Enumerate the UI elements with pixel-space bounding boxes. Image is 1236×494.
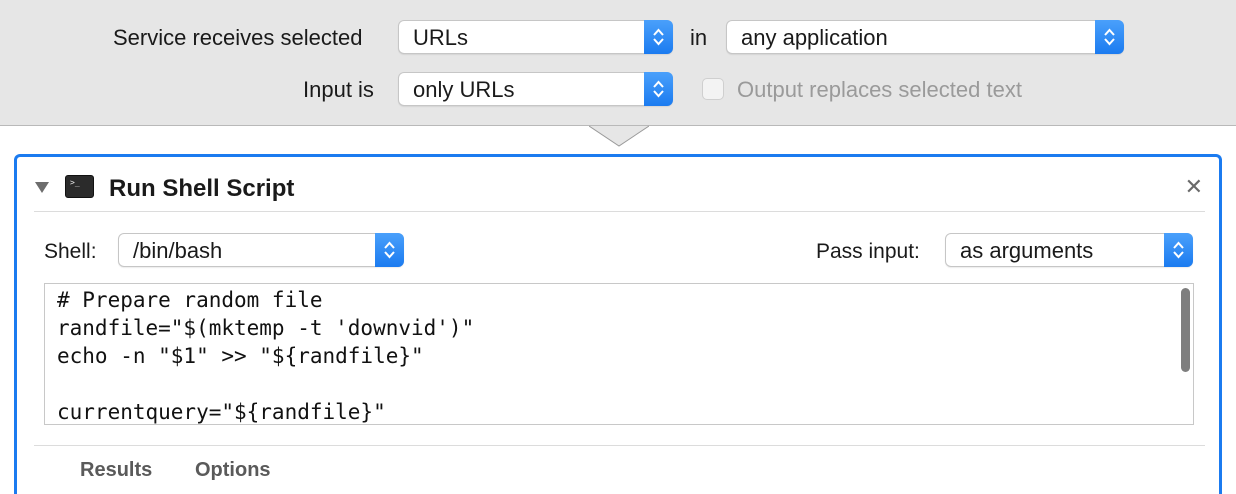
shell-popup[interactable]: /bin/bash — [118, 233, 404, 267]
updown-chevron-icon — [1095, 20, 1124, 54]
close-icon[interactable]: ✕ — [1185, 176, 1203, 198]
title-divider — [34, 211, 1205, 212]
run-shell-script-action: >_ Run Shell Script ✕ Shell: /bin/bash P… — [14, 154, 1222, 494]
input-is-label: Input is — [303, 77, 374, 102]
tab-results[interactable]: Results — [80, 459, 152, 482]
shell-value: /bin/bash — [133, 238, 223, 263]
pass-input-label: Pass input: — [816, 240, 920, 263]
script-line: currentquery="${randfile}" — [57, 400, 386, 424]
updown-chevron-icon — [375, 233, 404, 267]
script-line: randfile="$(mktemp -t 'downvid')" — [57, 316, 475, 340]
updown-chevron-icon — [644, 72, 673, 106]
pass-input-popup[interactable]: as arguments — [945, 233, 1193, 267]
application-value: any application — [741, 25, 888, 50]
input-value: only URLs — [413, 77, 515, 102]
updown-chevron-icon — [1164, 233, 1193, 267]
script-line: # Prepare random file — [57, 288, 323, 312]
service-options-bar: Service receives selected URLs in any ap… — [0, 0, 1236, 126]
script-line: echo -n "$1" >> "${randfile}" — [57, 344, 424, 368]
application-popup[interactable]: any application — [726, 20, 1124, 54]
receives-label: Service receives selected — [113, 25, 363, 50]
pass-input-value: as arguments — [960, 238, 1094, 263]
shell-label: Shell: — [44, 240, 97, 263]
updown-chevron-icon — [644, 20, 673, 54]
input-popup[interactable]: only URLs — [398, 72, 673, 106]
tab-options[interactable]: Options — [195, 459, 271, 482]
connector-notch — [589, 125, 649, 147]
receives-value: URLs — [413, 25, 469, 50]
script-editor[interactable]: # Prepare random file randfile="$(mktemp… — [44, 283, 1194, 425]
terminal-icon: >_ — [65, 175, 94, 198]
output-replaces-checkbox[interactable] — [702, 78, 724, 100]
output-replaces-label: Output replaces selected text — [737, 77, 1022, 102]
receives-popup[interactable]: URLs — [398, 20, 673, 54]
footer-divider — [34, 445, 1205, 446]
action-title: Run Shell Script — [109, 175, 295, 202]
disclosure-triangle-icon[interactable] — [34, 180, 50, 194]
in-label: in — [690, 25, 708, 50]
editor-scrollbar[interactable] — [1181, 288, 1190, 372]
